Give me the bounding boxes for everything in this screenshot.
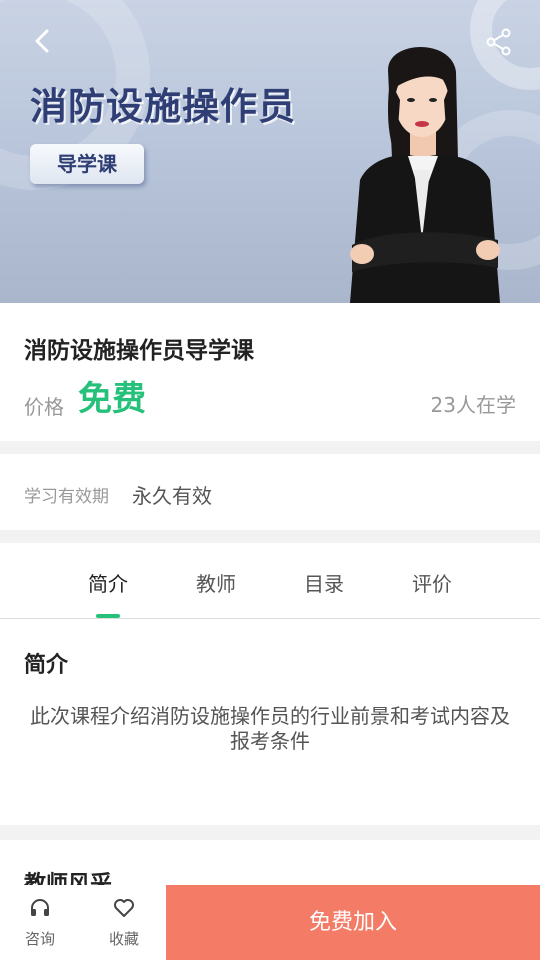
banner-tag: 导学课 <box>30 144 144 184</box>
price-label: 价格 <box>24 395 64 419</box>
intro-section: 简介 此次课程介绍消防设施操作员的行业前景和考试内容及报考条件 <box>0 619 540 825</box>
headset-icon <box>31 899 49 916</box>
consult-label: 咨询 <box>24 930 55 948</box>
validity-label: 学习有效期 <box>24 487 109 507</box>
active-tab-indicator <box>96 614 120 618</box>
validity-value: 永久有效 <box>132 484 212 508</box>
favorite-button[interactable]: 收藏 <box>84 885 164 960</box>
tab-intro[interactable]: 简介 <box>68 568 148 597</box>
heart-icon <box>114 899 134 917</box>
tab-catalog[interactable]: 目录 <box>284 568 364 597</box>
favorite-label: 收藏 <box>108 930 139 948</box>
intro-text: 此次课程介绍消防设施操作员的行业前景和考试内容及报考条件 <box>30 704 510 753</box>
tab-teacher[interactable]: 教师 <box>176 568 256 597</box>
tab-reviews[interactable]: 评价 <box>392 568 472 597</box>
course-info-card: 消防设施操作员导学课 价格 免费 23人在学 <box>0 303 540 441</box>
banner-title: 消防设施操作员 <box>30 85 296 128</box>
consult-button[interactable]: 咨询 <box>0 885 80 960</box>
learner-count: 23人在学 <box>430 393 516 417</box>
share-icon[interactable] <box>484 28 514 56</box>
validity-card: 学习有效期 永久有效 <box>0 454 540 530</box>
course-title: 消防设施操作员导学课 <box>24 338 254 364</box>
instructor-photo <box>350 47 500 303</box>
course-tabs: 简介 教师 目录 评价 <box>0 543 540 619</box>
free-join-button[interactable]: 免费加入 <box>166 885 540 960</box>
price-value: 免费 <box>78 379 146 419</box>
back-arrow-icon[interactable] <box>28 26 58 56</box>
intro-heading: 简介 <box>24 653 69 678</box>
course-banner: 消防设施操作员 导学课 <box>0 0 540 303</box>
bottom-action-bar: 咨询 收藏 免费加入 <box>0 885 540 960</box>
